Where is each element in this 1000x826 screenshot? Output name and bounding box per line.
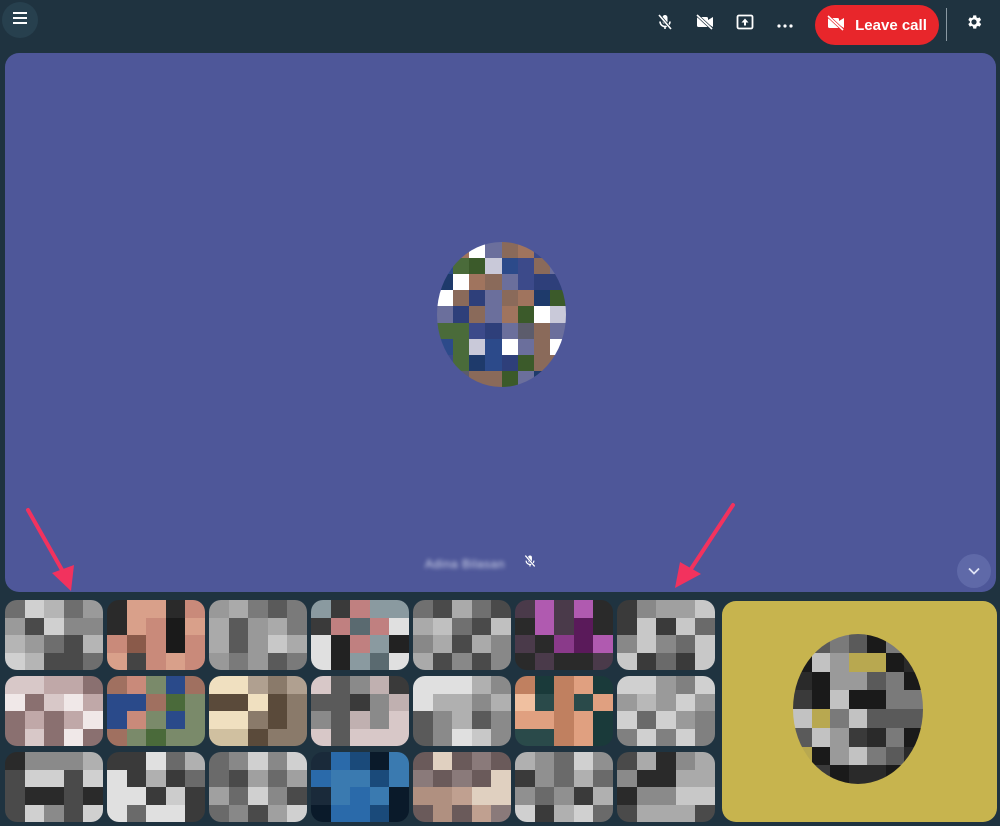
- participant-grid: [5, 600, 715, 822]
- participant-tile[interactable]: [515, 752, 613, 822]
- more-options-button[interactable]: [769, 8, 801, 40]
- participant-tile[interactable]: [107, 752, 205, 822]
- menu-button[interactable]: [2, 2, 38, 38]
- expand-button[interactable]: [957, 554, 991, 588]
- leave-call-label: Leave call: [855, 16, 927, 34]
- participant-tile[interactable]: [413, 752, 511, 822]
- mic-off-icon: [523, 553, 537, 574]
- menu-icon: [12, 11, 28, 30]
- participant-tile[interactable]: [413, 600, 511, 670]
- top-bar: Leave call: [0, 0, 1000, 50]
- leave-call-button[interactable]: Leave call: [815, 5, 939, 45]
- participant-tile[interactable]: [617, 600, 715, 670]
- speaker-name: Adina Bilasan: [425, 556, 505, 571]
- participant-tile[interactable]: [311, 600, 409, 670]
- participant-tile[interactable]: [311, 752, 409, 822]
- self-view-tile[interactable]: [722, 601, 997, 822]
- participant-tile[interactable]: [209, 752, 307, 822]
- gear-icon: [965, 13, 983, 36]
- participant-tile[interactable]: [515, 676, 613, 746]
- chevron-down-icon: [968, 562, 980, 580]
- participant-tile[interactable]: [107, 600, 205, 670]
- mic-off-icon: [656, 13, 674, 36]
- camera-off-icon: [695, 13, 714, 35]
- present-screen-button[interactable]: [729, 8, 761, 40]
- participant-tile[interactable]: [5, 600, 103, 670]
- participant-tile[interactable]: [209, 676, 307, 746]
- annotation-arrow-left: [26, 508, 74, 591]
- speaker-caption: Adina Bilasan: [425, 553, 537, 574]
- present-screen-icon: [736, 14, 754, 35]
- more-options-icon: [777, 15, 793, 33]
- participant-tile[interactable]: [107, 676, 205, 746]
- camera-off-icon: [827, 14, 845, 35]
- participant-tile[interactable]: [617, 752, 715, 822]
- mute-button[interactable]: [649, 8, 681, 40]
- participant-tile[interactable]: [209, 600, 307, 670]
- camera-button[interactable]: [689, 8, 721, 40]
- participant-tile[interactable]: [413, 676, 511, 746]
- annotation-arrow-right: [675, 503, 735, 588]
- participant-tile[interactable]: [515, 600, 613, 670]
- speaker-avatar: [437, 242, 566, 387]
- participant-tile[interactable]: [617, 676, 715, 746]
- participant-tile[interactable]: [311, 676, 409, 746]
- participant-tile[interactable]: [5, 752, 103, 822]
- toolbar-divider: [946, 8, 947, 41]
- settings-button[interactable]: [958, 8, 990, 40]
- active-speaker-stage[interactable]: Adina Bilasan: [5, 53, 996, 592]
- self-avatar: [793, 634, 923, 784]
- participant-tile[interactable]: [5, 676, 103, 746]
